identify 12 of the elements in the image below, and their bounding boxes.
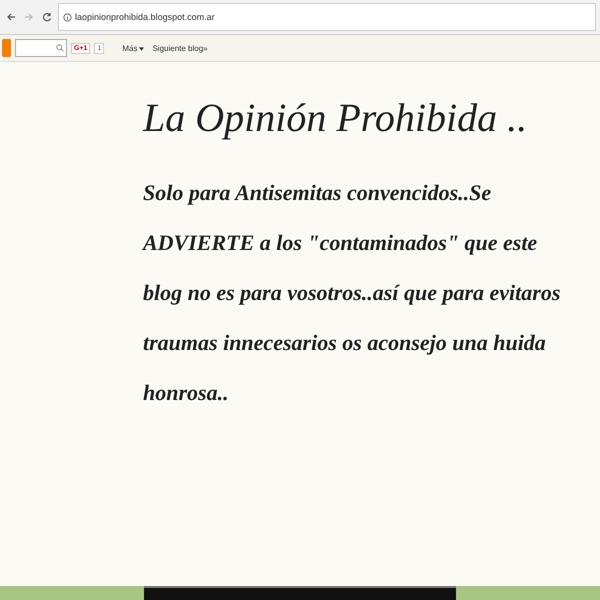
url-text: laopinionprohibida.blogspot.com.ar [75,12,215,22]
search-icon [56,44,64,52]
search-field[interactable] [15,39,67,57]
address-bar[interactable]: laopinionprohibida.blogspot.com.ar [58,3,596,31]
blog-title: La Opinión Prohibida .. [143,94,528,142]
caret-icon [139,46,144,50]
blogger-logo-icon[interactable] [2,39,11,57]
info-icon [63,12,72,22]
reload-button[interactable] [40,12,54,22]
next-blog-link[interactable]: Siguiente blog» [150,44,210,52]
more-menu[interactable]: Más [120,44,146,52]
blog-description: Solo para Antisemitas convencidos..Se ADVIERTE a los "contaminados" que este blog no es para vosotros..así que para evitaros traumas innecesarios os aconsejo una huida honrosa.. [143,179,562,407]
